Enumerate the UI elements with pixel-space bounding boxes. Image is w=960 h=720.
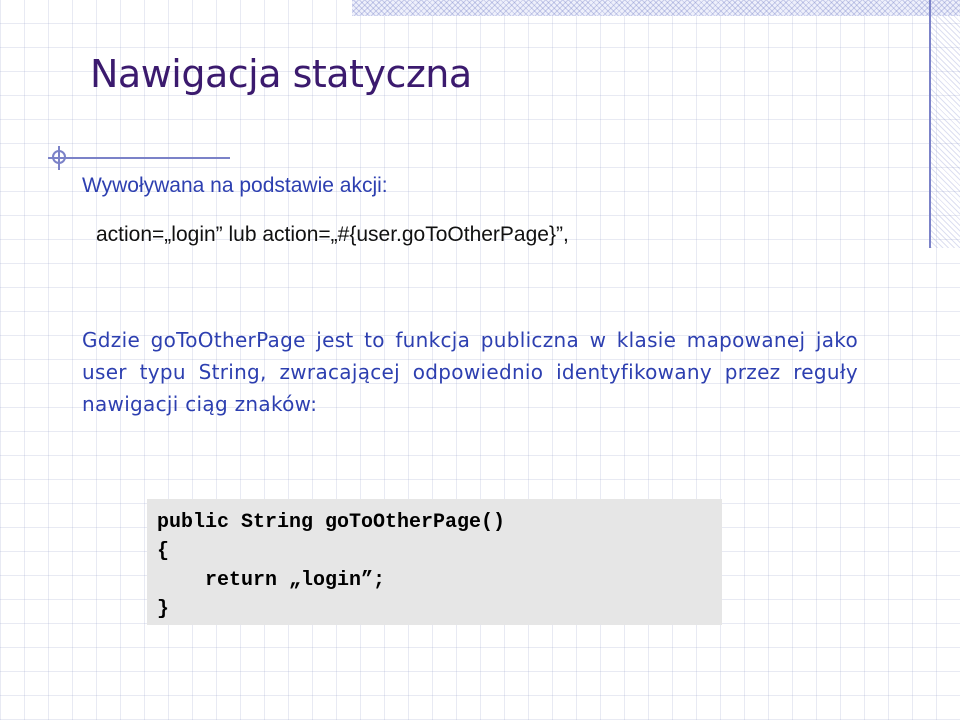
decorative-top-band [352, 0, 960, 16]
code-line: public String goToOtherPage() [157, 511, 506, 534]
circle-bullet-icon [52, 150, 66, 164]
code-line: { [157, 540, 170, 563]
code-block: public String goToOtherPage() { return „… [147, 499, 722, 625]
code-line: return „login”; [157, 569, 386, 592]
decorative-horizontal-line [48, 157, 230, 159]
code-line: } [157, 598, 170, 621]
description-paragraph: Gdzie goToOtherPage jest to funkcja publ… [82, 328, 858, 416]
action-example-text: action=„login” lub action=„#{user.goToOt… [96, 223, 569, 246]
slide-subtitle: Wywoływana na podstawie akcji: [82, 174, 388, 197]
decorative-vertical-shade [931, 16, 960, 248]
slide-title: Nawigacja statyczna [90, 52, 472, 96]
